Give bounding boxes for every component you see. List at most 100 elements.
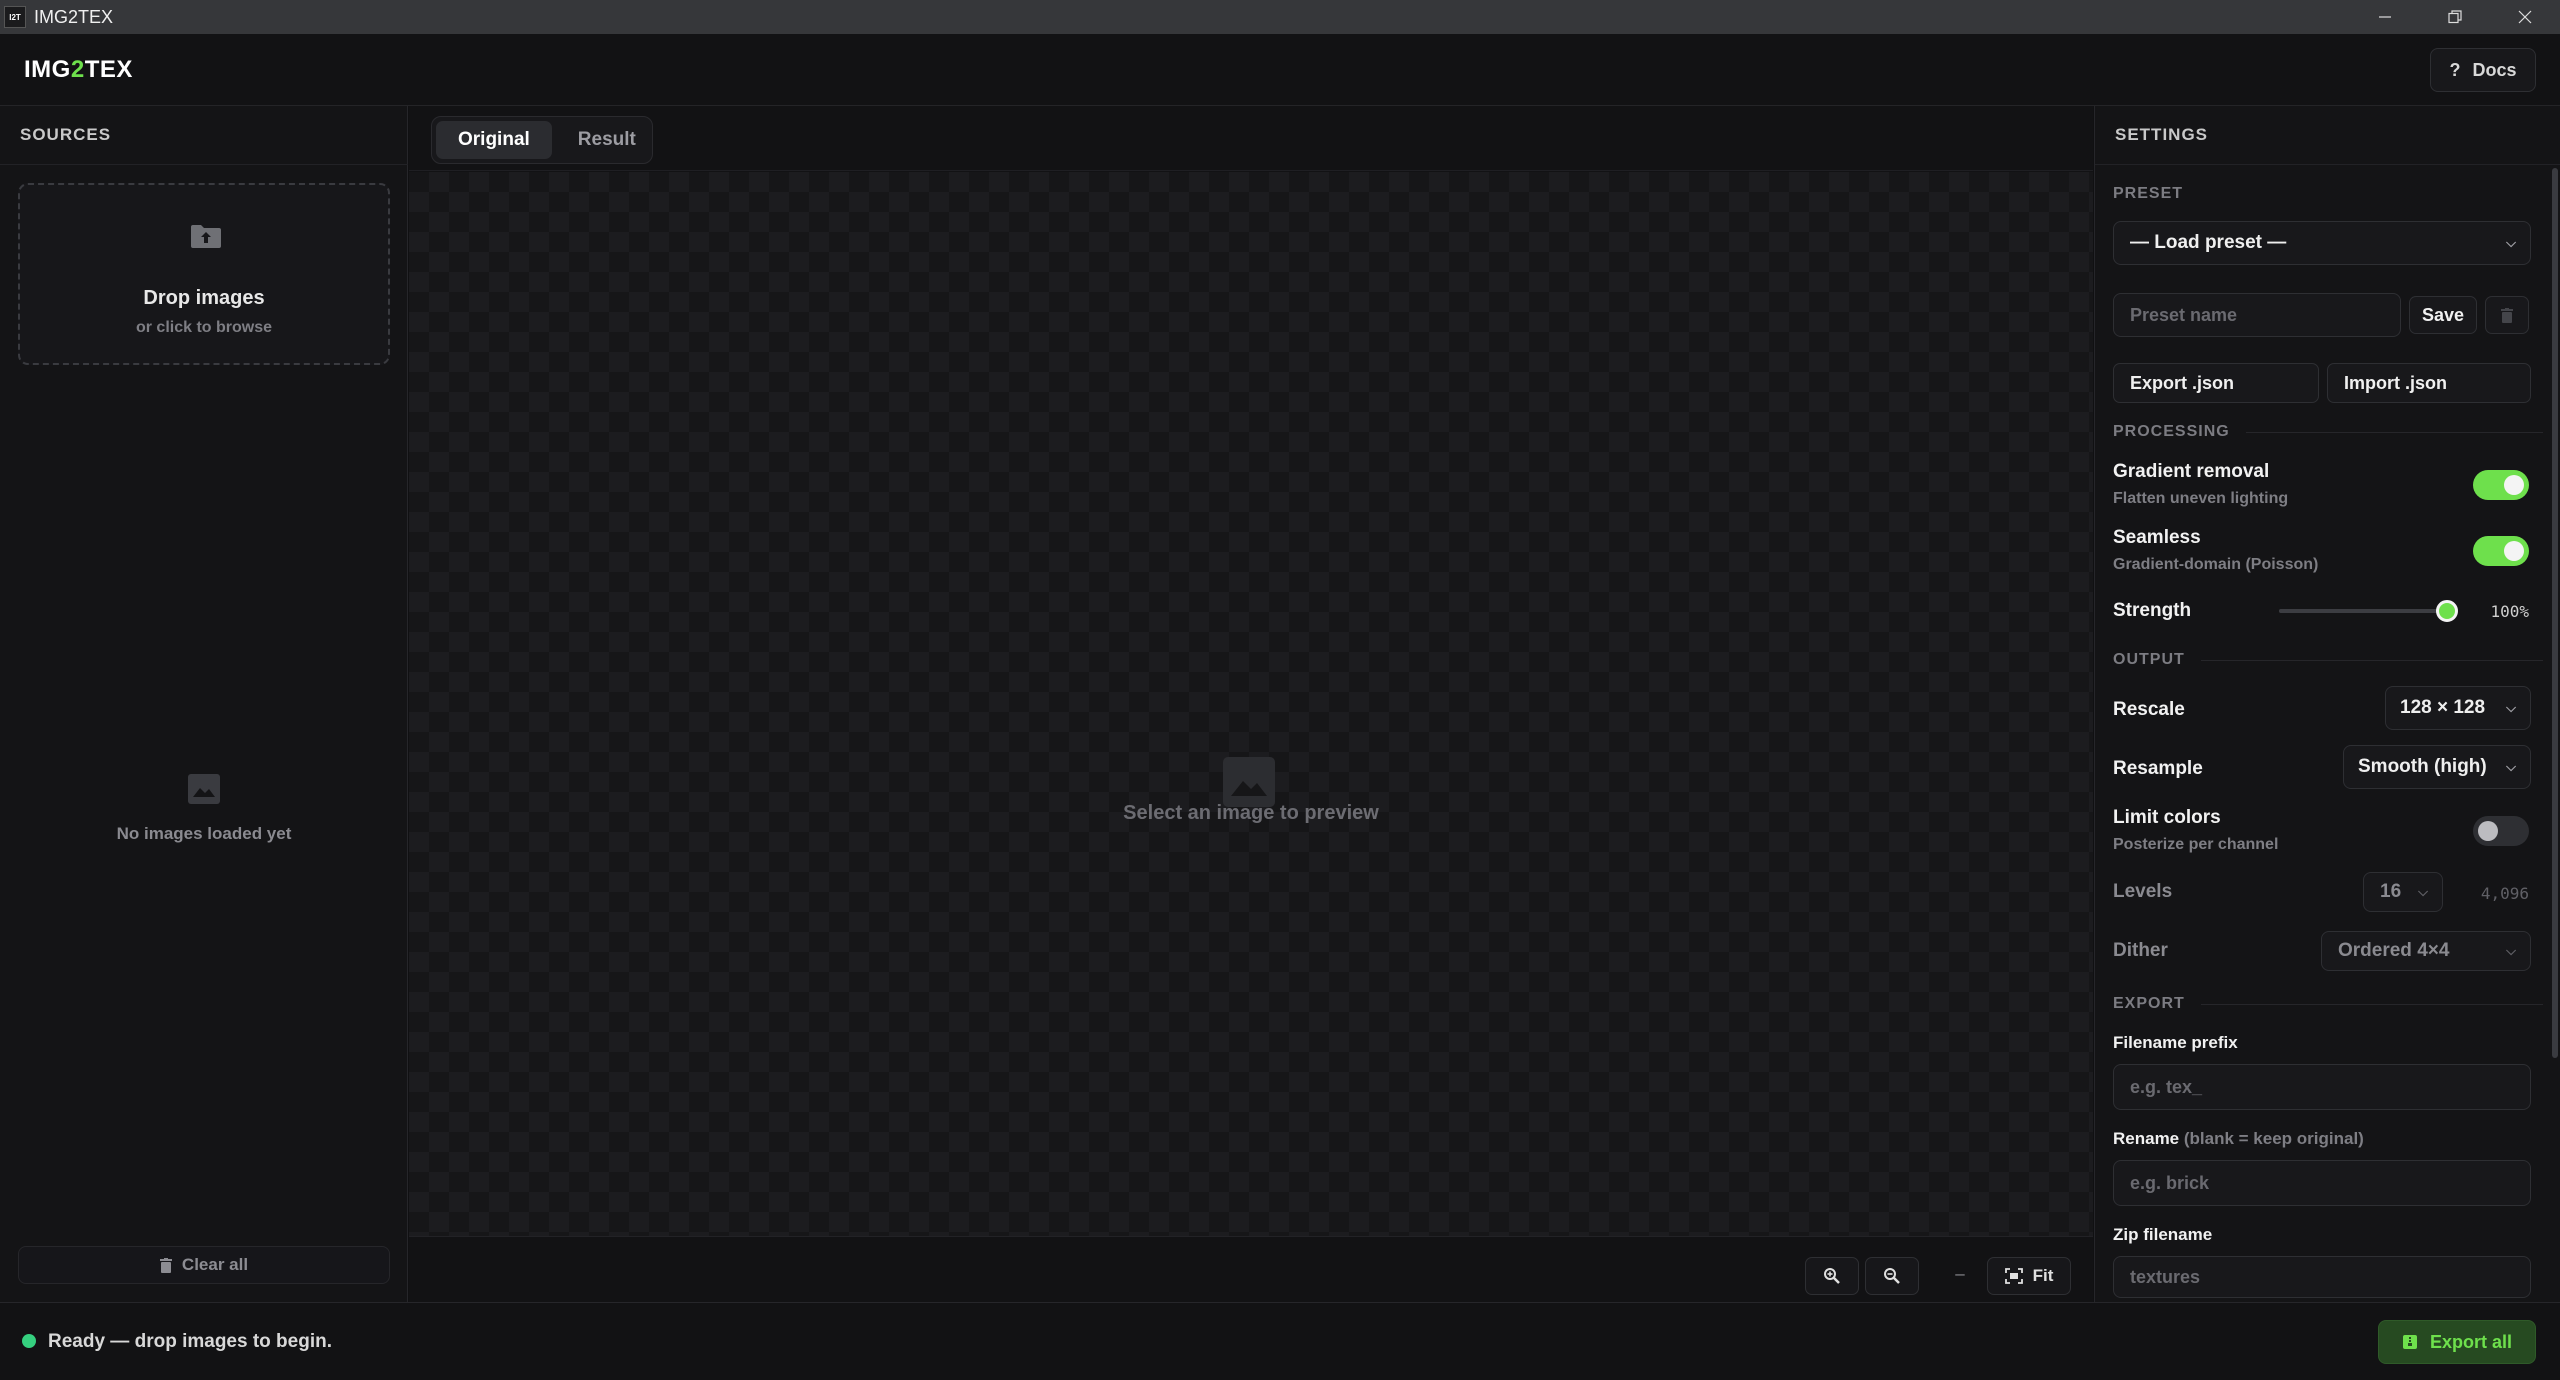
preview-placeholder-text: Select an image to preview	[1123, 802, 1379, 824]
preview-area: Original Result Select an image to previ…	[409, 106, 2093, 1302]
dropzone-title: Drop images	[143, 287, 265, 309]
clear-all-label: Clear all	[181, 1255, 249, 1274]
resample-value: Smooth (high)	[2358, 756, 2487, 777]
load-preset-value: — Load preset —	[2130, 232, 2287, 253]
section-export: EXPORT	[2113, 995, 2543, 1013]
levels-value: 16	[2380, 881, 2402, 902]
export-json-button[interactable]: Export .json	[2113, 363, 2319, 403]
fit-button[interactable]: Fit	[1987, 1257, 2071, 1295]
chevron-down-icon: ⌵	[2506, 943, 2516, 958]
status-bar: Ready — drop images to begin. Export all	[0, 1302, 2560, 1380]
section-processing: PROCESSING	[2113, 423, 2543, 441]
minimize-icon[interactable]	[2350, 0, 2420, 34]
toggle-knob	[2504, 541, 2524, 561]
zoom-in-button[interactable]	[1805, 1257, 1859, 1295]
save-preset-button[interactable]: Save	[2409, 296, 2477, 334]
divider	[2095, 164, 2560, 165]
window-title: IMG2TEX	[34, 6, 114, 27]
empty-state-text: No images loaded yet	[116, 824, 292, 843]
gradient-removal-toggle[interactable]	[2473, 470, 2529, 500]
zoom-in-icon	[1824, 1268, 1840, 1284]
trash-icon	[159, 1257, 172, 1273]
limit-colors-desc: Posterize per channel	[2113, 836, 2279, 853]
export-all-label: Export all	[2429, 1331, 2513, 1352]
strength-slider[interactable]	[2279, 600, 2458, 622]
preset-name-input[interactable]	[2113, 293, 2401, 337]
restore-icon[interactable]	[2420, 0, 2490, 34]
export-all-button[interactable]: Export all	[2378, 1320, 2536, 1364]
zoom-toolbar: – Fit	[409, 1236, 2093, 1302]
status-indicator-icon	[22, 1334, 36, 1348]
clear-all-button[interactable]: Clear all	[18, 1246, 390, 1284]
window-controls	[2350, 0, 2560, 34]
zip-filename-input[interactable]	[2113, 1256, 2531, 1298]
image-placeholder-icon	[1223, 757, 1275, 807]
strength-value: 100%	[2490, 602, 2529, 621]
toggle-knob	[2478, 821, 2498, 841]
limit-colors-toggle[interactable]	[2473, 816, 2529, 846]
rescale-label: Rescale	[2113, 699, 2185, 720]
close-icon[interactable]	[2490, 0, 2560, 34]
dither-select[interactable]: Ordered 4×4 ⌵	[2321, 931, 2531, 971]
image-dropzone[interactable]: Drop images or click to browse	[18, 183, 390, 365]
app-icon: I2T	[4, 6, 26, 28]
resample-select[interactable]: Smooth (high) ⌵	[2343, 745, 2531, 789]
image-placeholder-icon	[188, 774, 220, 804]
seamless-label: Seamless	[2113, 527, 2201, 548]
view-tabs: Original Result	[431, 116, 653, 164]
section-output: OUTPUT	[2113, 651, 2543, 669]
status-text: Ready — drop images to begin.	[48, 1331, 332, 1352]
app-header: IMG2TEX ? Docs	[0, 34, 2560, 106]
rename-hint: (blank = keep original)	[2183, 1129, 2364, 1148]
app-logo: IMG2TEX	[24, 56, 133, 83]
tab-original[interactable]: Original	[436, 121, 552, 159]
gradient-removal-label: Gradient removal	[2113, 461, 2270, 482]
sources-sidebar: SOURCES Drop images or click to browse N…	[0, 106, 408, 1302]
levels-select[interactable]: 16 ⌵	[2363, 872, 2443, 912]
chevron-down-icon: ⌵	[2418, 884, 2428, 899]
rename-input[interactable]	[2113, 1160, 2531, 1206]
strength-label: Strength	[2113, 600, 2192, 621]
upload-folder-icon	[191, 225, 221, 248]
preview-canvas[interactable]: Select an image to preview	[409, 172, 2093, 1236]
rescale-value: 128 × 128	[2400, 697, 2486, 718]
archive-icon	[2402, 1335, 2417, 1349]
strength-slider-fill	[2279, 609, 2447, 613]
seamless-toggle[interactable]	[2473, 536, 2529, 566]
dither-value: Ordered 4×4	[2338, 940, 2450, 961]
resample-label: Resample	[2113, 758, 2203, 779]
settings-title: SETTINGS	[2115, 125, 2209, 144]
load-preset-select[interactable]: — Load preset — ⌵	[2113, 221, 2531, 265]
import-json-button[interactable]: Import .json	[2327, 363, 2531, 403]
fit-screen-icon	[2004, 1268, 2023, 1284]
section-preset: PRESET	[2113, 185, 2184, 202]
seamless-desc: Gradient-domain (Poisson)	[2113, 556, 2319, 573]
limit-colors-label: Limit colors	[2113, 807, 2221, 828]
trash-icon	[2501, 307, 2513, 323]
fit-label: Fit	[2032, 1266, 2054, 1285]
chevron-down-icon: ⌵	[2506, 235, 2516, 250]
zoom-out-icon	[1884, 1268, 1900, 1284]
help-icon: ?	[2449, 59, 2461, 80]
gradient-removal-desc: Flatten uneven lighting	[2113, 490, 2289, 507]
docs-label: Docs	[2472, 59, 2517, 80]
dither-label: Dither	[2113, 940, 2168, 961]
dropzone-subtitle: or click to browse	[135, 319, 273, 336]
levels-label: Levels	[2113, 881, 2173, 902]
filename-prefix-input[interactable]	[2113, 1064, 2531, 1110]
zoom-out-button[interactable]	[1865, 1257, 1919, 1295]
chevron-down-icon: ⌵	[2506, 700, 2516, 715]
tab-result[interactable]: Result	[556, 121, 658, 159]
docs-button[interactable]: ? Docs	[2430, 48, 2536, 92]
toggle-knob	[2504, 475, 2524, 495]
zoom-level: –	[1955, 1264, 1965, 1283]
zip-filename-label: Zip filename	[2113, 1225, 2213, 1244]
divider	[0, 164, 408, 165]
divider	[409, 170, 2093, 171]
sources-title: SOURCES	[20, 125, 112, 144]
delete-preset-button[interactable]	[2485, 296, 2529, 334]
rescale-select[interactable]: 128 × 128 ⌵	[2385, 686, 2531, 730]
levels-count: 4,096	[2480, 884, 2529, 903]
window-titlebar: I2T IMG2TEX	[0, 0, 2560, 34]
settings-scrollbar[interactable]	[2552, 168, 2558, 1058]
